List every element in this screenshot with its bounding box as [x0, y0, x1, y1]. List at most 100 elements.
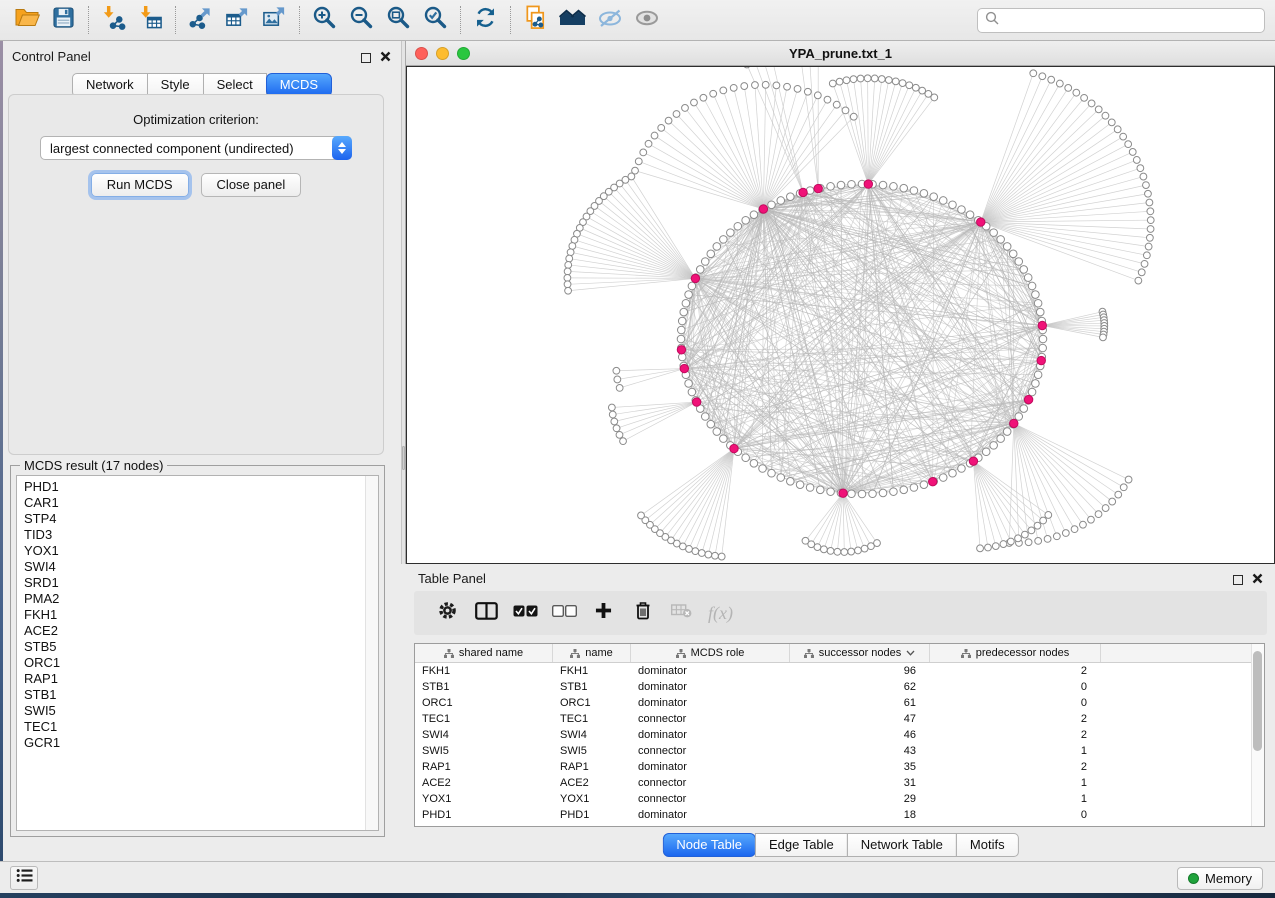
run-mcds-button[interactable]: Run MCDS: [91, 173, 189, 197]
table-row[interactable]: SWI5SWI5connector431: [415, 743, 1264, 759]
table-cell: 1: [930, 777, 1101, 789]
mcds-result-list[interactable]: PHD1CAR1STP4TID3YOX1SWI4SRD1PMA2FKH1ACE2…: [16, 475, 379, 831]
table-cell: 1: [930, 745, 1101, 757]
column-header-successor-nodes[interactable]: successor nodes: [790, 644, 930, 662]
memory-button[interactable]: Memory: [1177, 867, 1263, 890]
mcds-result-item[interactable]: TID3: [24, 527, 378, 543]
scrollbar-thumb[interactable]: [1253, 651, 1262, 751]
network-from-selection-button[interactable]: [517, 3, 554, 37]
show-all-button[interactable]: [628, 3, 665, 37]
import-table-button[interactable]: [132, 3, 169, 37]
columns-icon: [475, 602, 498, 625]
search-input[interactable]: [999, 13, 1264, 28]
node-table[interactable]: shared name name MCDS role successor nodesp…: [414, 643, 1265, 827]
mcds-result-item[interactable]: PHD1: [24, 479, 378, 495]
table-row[interactable]: TEC1TEC1connector472: [415, 711, 1264, 727]
table-cell: dominator: [631, 761, 790, 773]
column-header-predecessor-nodes[interactable]: predecessor nodes: [930, 644, 1101, 662]
export-table-button[interactable]: [219, 3, 256, 37]
eye-slash-icon: [597, 6, 623, 35]
import-network-button[interactable]: [95, 3, 132, 37]
save-session-button[interactable]: [45, 3, 82, 37]
column-header-name[interactable]: name: [553, 644, 631, 662]
table-row[interactable]: STB1STB1dominator620: [415, 679, 1264, 695]
table-cell: ORC1: [415, 697, 553, 709]
mcds-result-item[interactable]: FKH1: [24, 607, 378, 623]
delete-table-button[interactable]: [662, 591, 701, 635]
mcds-result-item[interactable]: YOX1: [24, 543, 378, 559]
network-titlebar[interactable]: YPA_prune.txt_1: [406, 41, 1275, 66]
deselect-all-button[interactable]: [545, 591, 584, 635]
column-header-shared-name[interactable]: shared name: [415, 644, 553, 662]
toolbar-separator: [175, 6, 176, 34]
table-cell: dominator: [631, 729, 790, 741]
table-row[interactable]: YOX1YOX1connector291: [415, 791, 1264, 807]
close-panel-button[interactable]: Close panel: [201, 173, 302, 197]
tab-edge-table[interactable]: Edge Table: [755, 833, 848, 857]
hide-selected-button[interactable]: [591, 3, 628, 37]
mcds-result-item[interactable]: PMA2: [24, 591, 378, 607]
splitter-grip-icon[interactable]: [402, 446, 405, 470]
add-column-button[interactable]: [584, 591, 623, 635]
search-field[interactable]: [977, 8, 1265, 33]
table-row[interactable]: SWI4SWI4dominator462: [415, 727, 1264, 743]
mcds-result-item[interactable]: GCR1: [24, 735, 378, 751]
optimization-criterion-select[interactable]: largest connected component (undirected): [40, 136, 352, 160]
delete-column-button[interactable]: [623, 591, 662, 635]
zoom-fit-button[interactable]: [380, 3, 417, 37]
mcds-result-item[interactable]: STB5: [24, 639, 378, 655]
table-cell: connector: [631, 713, 790, 725]
export-image-button[interactable]: [256, 3, 293, 37]
column-label: name: [585, 647, 613, 659]
mcds-result-item[interactable]: SWI4: [24, 559, 378, 575]
table-cell: 18: [790, 809, 930, 821]
eye-icon: [634, 6, 660, 35]
mcds-result-item[interactable]: TEC1: [24, 719, 378, 735]
mcds-result-item[interactable]: STB1: [24, 687, 378, 703]
tab-motifs[interactable]: Motifs: [956, 833, 1019, 857]
open-session-button[interactable]: [8, 3, 45, 37]
float-panel-icon[interactable]: [1233, 575, 1243, 585]
zoom-selected-button[interactable]: [417, 3, 454, 37]
close-panel-icon[interactable]: [380, 49, 391, 67]
table-settings-button[interactable]: [428, 591, 467, 635]
refresh-icon: [473, 5, 498, 35]
function-builder-button[interactable]: f(x): [701, 591, 740, 635]
zoom-in-button[interactable]: [306, 3, 343, 37]
float-panel-icon[interactable]: [361, 53, 371, 63]
table-row[interactable]: RAP1RAP1dominator352: [415, 759, 1264, 775]
task-history-button[interactable]: [10, 866, 38, 890]
network-canvas[interactable]: [406, 66, 1275, 564]
table-row[interactable]: PHD1PHD1dominator180: [415, 807, 1264, 823]
column-header-MCDS-role[interactable]: MCDS role: [631, 644, 790, 662]
table-row[interactable]: FKH1FKH1dominator962: [415, 663, 1264, 679]
cytoscape-window: Control Panel Network Style Select MCDS …: [0, 0, 1275, 898]
table-row[interactable]: ORC1ORC1dominator610: [415, 695, 1264, 711]
close-panel-icon[interactable]: [1252, 571, 1263, 589]
delete-table-icon: [671, 603, 692, 623]
select-all-button[interactable]: [506, 591, 545, 635]
tab-node-table[interactable]: Node Table: [662, 833, 756, 857]
export-image-icon: [262, 5, 287, 35]
table-row[interactable]: ACE2ACE2connector311: [415, 775, 1264, 791]
mcds-result-item[interactable]: CAR1: [24, 495, 378, 511]
mcds-result-item[interactable]: STP4: [24, 511, 378, 527]
gear-icon: [438, 601, 457, 625]
mcds-result-item[interactable]: SWI5: [24, 703, 378, 719]
mcds-result-item[interactable]: ORC1: [24, 655, 378, 671]
tab-network-table[interactable]: Network Table: [847, 833, 957, 857]
desktop-wallpaper: [0, 893, 1275, 898]
column-view-button[interactable]: [467, 591, 506, 635]
apply-layout-button[interactable]: [467, 3, 504, 37]
network-graph[interactable]: [407, 67, 1274, 563]
first-neighbors-button[interactable]: [554, 3, 591, 37]
zoom-out-button[interactable]: [343, 3, 380, 37]
table-cell: YOX1: [415, 793, 553, 805]
export-network-button[interactable]: [182, 3, 219, 37]
mcds-result-item[interactable]: SRD1: [24, 575, 378, 591]
column-label: MCDS role: [691, 647, 745, 659]
result-list-scrollbar[interactable]: [365, 476, 378, 830]
table-scrollbar[interactable]: [1251, 644, 1264, 826]
mcds-result-item[interactable]: ACE2: [24, 623, 378, 639]
mcds-result-item[interactable]: RAP1: [24, 671, 378, 687]
